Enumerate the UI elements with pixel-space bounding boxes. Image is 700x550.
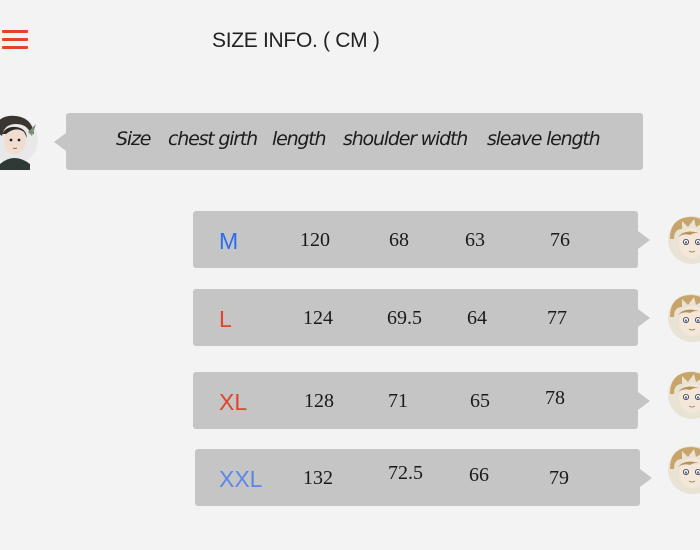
sender-avatar bbox=[0, 115, 38, 170]
sleeve-length-value: 79 bbox=[549, 467, 569, 489]
length-value: 72.5 bbox=[388, 462, 423, 484]
column-headers: Size chest girth length shoulder width s… bbox=[66, 113, 643, 170]
chest-girth-value: 124 bbox=[303, 307, 333, 329]
column-header-sleeve-length: sleave length bbox=[487, 128, 601, 150]
reply-avatar bbox=[668, 446, 700, 494]
column-header-length: length bbox=[272, 128, 327, 150]
length-value: 71 bbox=[388, 390, 408, 412]
hamburger-menu-icon[interactable] bbox=[2, 30, 28, 50]
size-row: L 124 69.5 64 77 bbox=[193, 289, 650, 346]
size-row: XXL 132 72.5 66 79 bbox=[195, 449, 652, 506]
size-row: XL 128 71 65 78 bbox=[193, 372, 650, 429]
chest-girth-value: 128 bbox=[304, 390, 334, 412]
column-header-chest-girth: chest girth bbox=[168, 128, 258, 150]
size-label: XXL bbox=[219, 466, 263, 492]
reply-avatar bbox=[668, 371, 700, 419]
size-label: M bbox=[219, 228, 239, 254]
length-value: 68 bbox=[389, 229, 409, 251]
sleeve-length-value: 77 bbox=[547, 307, 567, 329]
size-row: M 120 68 63 76 bbox=[193, 211, 650, 268]
reply-avatar bbox=[668, 294, 700, 342]
chest-girth-value: 120 bbox=[300, 229, 330, 251]
menu-bar bbox=[2, 38, 28, 41]
chest-girth-value: 132 bbox=[303, 467, 333, 489]
shoulder-width-value: 65 bbox=[470, 390, 490, 412]
shoulder-width-value: 64 bbox=[467, 307, 487, 329]
sleeve-length-value: 76 bbox=[550, 229, 570, 251]
column-header-shoulder-width: shoulder width bbox=[343, 128, 468, 150]
sleeve-length-value: 78 bbox=[545, 387, 565, 409]
column-header-size: Size bbox=[116, 128, 151, 150]
menu-bar bbox=[2, 46, 28, 49]
size-label: L bbox=[219, 306, 232, 332]
size-label: XL bbox=[219, 389, 248, 415]
page-title: SIZE INFO. ( CM ) bbox=[212, 29, 380, 52]
header-bubble: Size chest girth length shoulder width s… bbox=[54, 113, 643, 170]
shoulder-width-value: 63 bbox=[465, 229, 485, 251]
length-value: 69.5 bbox=[387, 307, 422, 329]
reply-avatar bbox=[668, 216, 700, 264]
shoulder-width-value: 66 bbox=[469, 464, 489, 486]
menu-bar bbox=[2, 30, 28, 33]
